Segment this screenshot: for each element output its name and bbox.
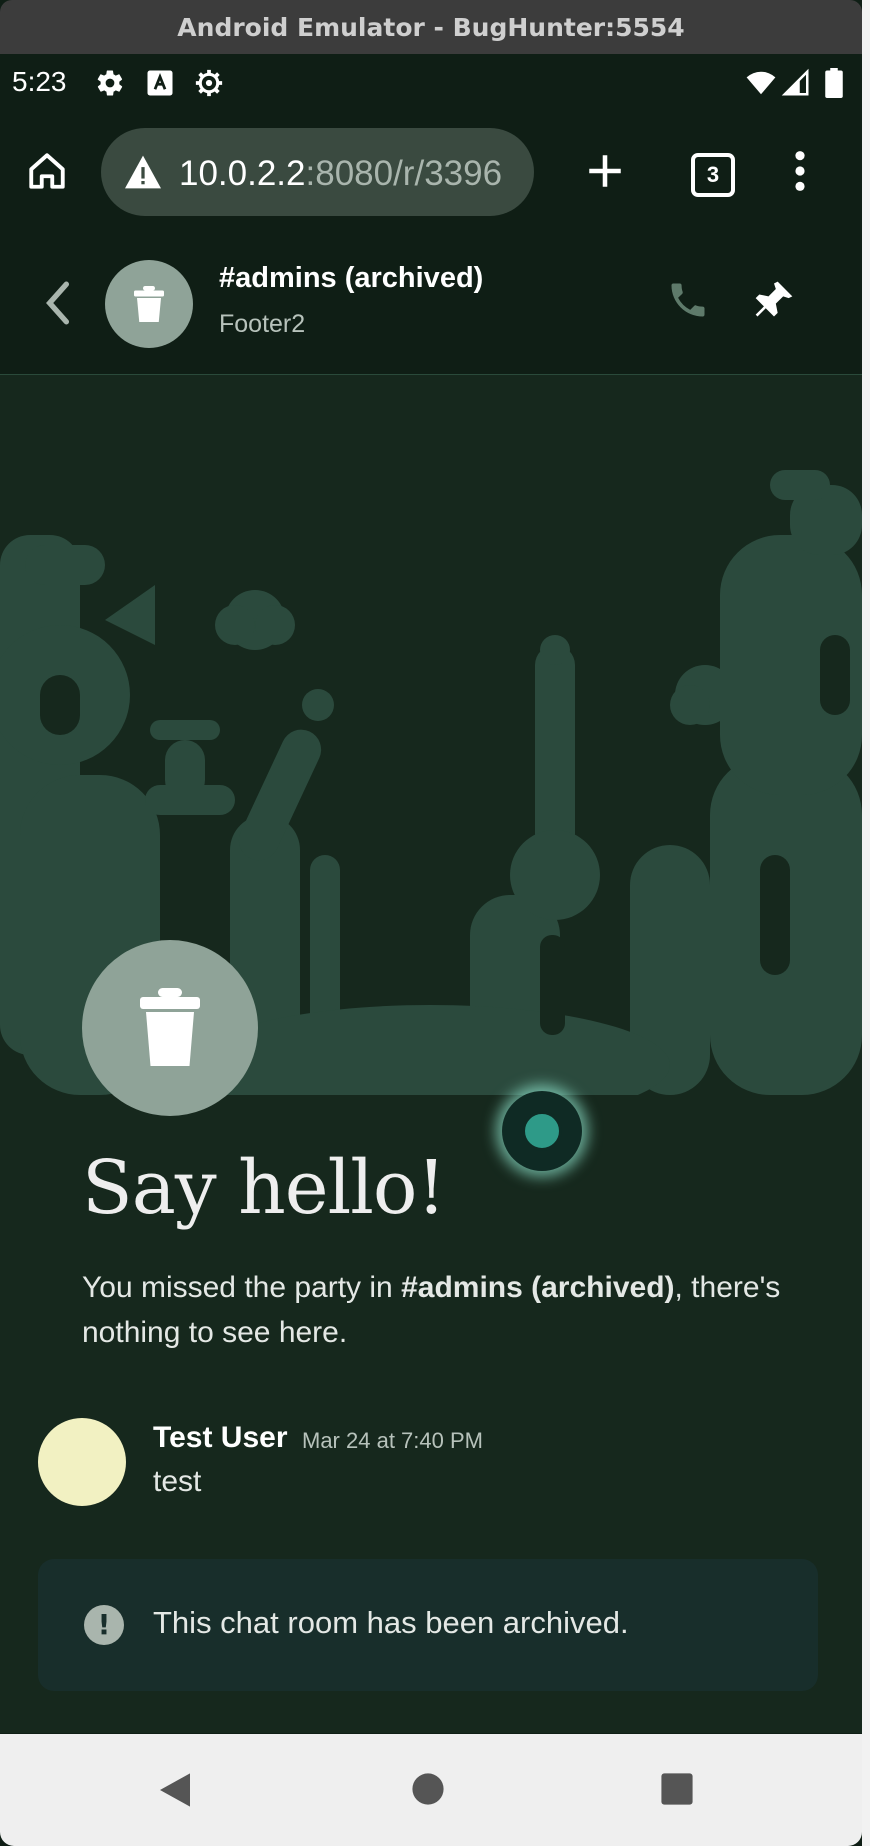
room-subtitle: Footer2 [219,310,306,338]
window-edge [862,0,870,1846]
room-avatar [105,260,193,348]
nav-back-icon[interactable] [155,1770,195,1810]
trash-icon [134,286,164,322]
url-text: 10.0.2.2:8080/r/3396 [179,154,502,194]
nav-home-icon[interactable] [411,1772,445,1806]
font-a-icon [147,70,173,96]
url-path: :8080/r/3396 [305,154,503,193]
status-bar: 5:23 [0,54,862,114]
pin-icon[interactable] [752,278,796,322]
welcome-heading: Say hello! [82,1145,446,1231]
welcome-text: You missed the party in #admins (archive… [82,1265,782,1355]
user-avatar[interactable] [38,1418,126,1506]
room-header: #admins (archived) Footer2 [0,228,862,375]
settings-gear-icon [97,70,123,96]
room-title: #admins (archived) [219,262,484,294]
back-icon[interactable] [40,278,76,328]
window-titlebar: Android Emulator - BugHunter:5554 [0,0,862,54]
tab-switcher-button[interactable]: 3 [691,153,735,197]
chat-timeline[interactable]: Say hello! You missed the party in #admi… [0,375,862,1733]
overflow-menu-icon[interactable] [780,148,820,194]
warning-icon [125,155,161,189]
status-time: 5:23 [12,66,67,97]
touch-indicator [502,1091,582,1171]
settings-cog-icon [195,69,223,97]
url-host: 10.0.2.2 [179,154,306,193]
browser-toolbar: 10.0.2.2:8080/r/3396 3 [0,114,862,228]
message-author[interactable]: Test User [153,1421,288,1455]
new-tab-icon[interactable] [584,150,626,192]
wifi-icon [746,71,776,95]
message-body: test [153,1465,202,1498]
exclamation-icon: ! [84,1605,124,1645]
android-nav-bar [0,1734,862,1846]
battery-icon [825,68,843,98]
phone-icon[interactable] [666,278,710,322]
home-icon[interactable] [26,150,68,192]
trash-icon [140,988,200,1066]
welcome-room-name: #admins (archived) [401,1271,675,1304]
address-bar[interactable]: 10.0.2.2:8080/r/3396 [101,128,534,216]
room-large-avatar [82,940,258,1116]
nav-recents-icon[interactable] [660,1772,694,1806]
notice-text: This chat room has been archived. [153,1605,629,1640]
archived-notice: ! This chat room has been archived. [38,1559,818,1691]
message-timestamp: Mar 24 at 7:40 PM [302,1428,483,1453]
signal-icon [781,68,809,96]
welcome-text-prefix: You missed the party in [82,1271,402,1304]
window-title: Android Emulator - BugHunter:5554 [177,12,685,42]
